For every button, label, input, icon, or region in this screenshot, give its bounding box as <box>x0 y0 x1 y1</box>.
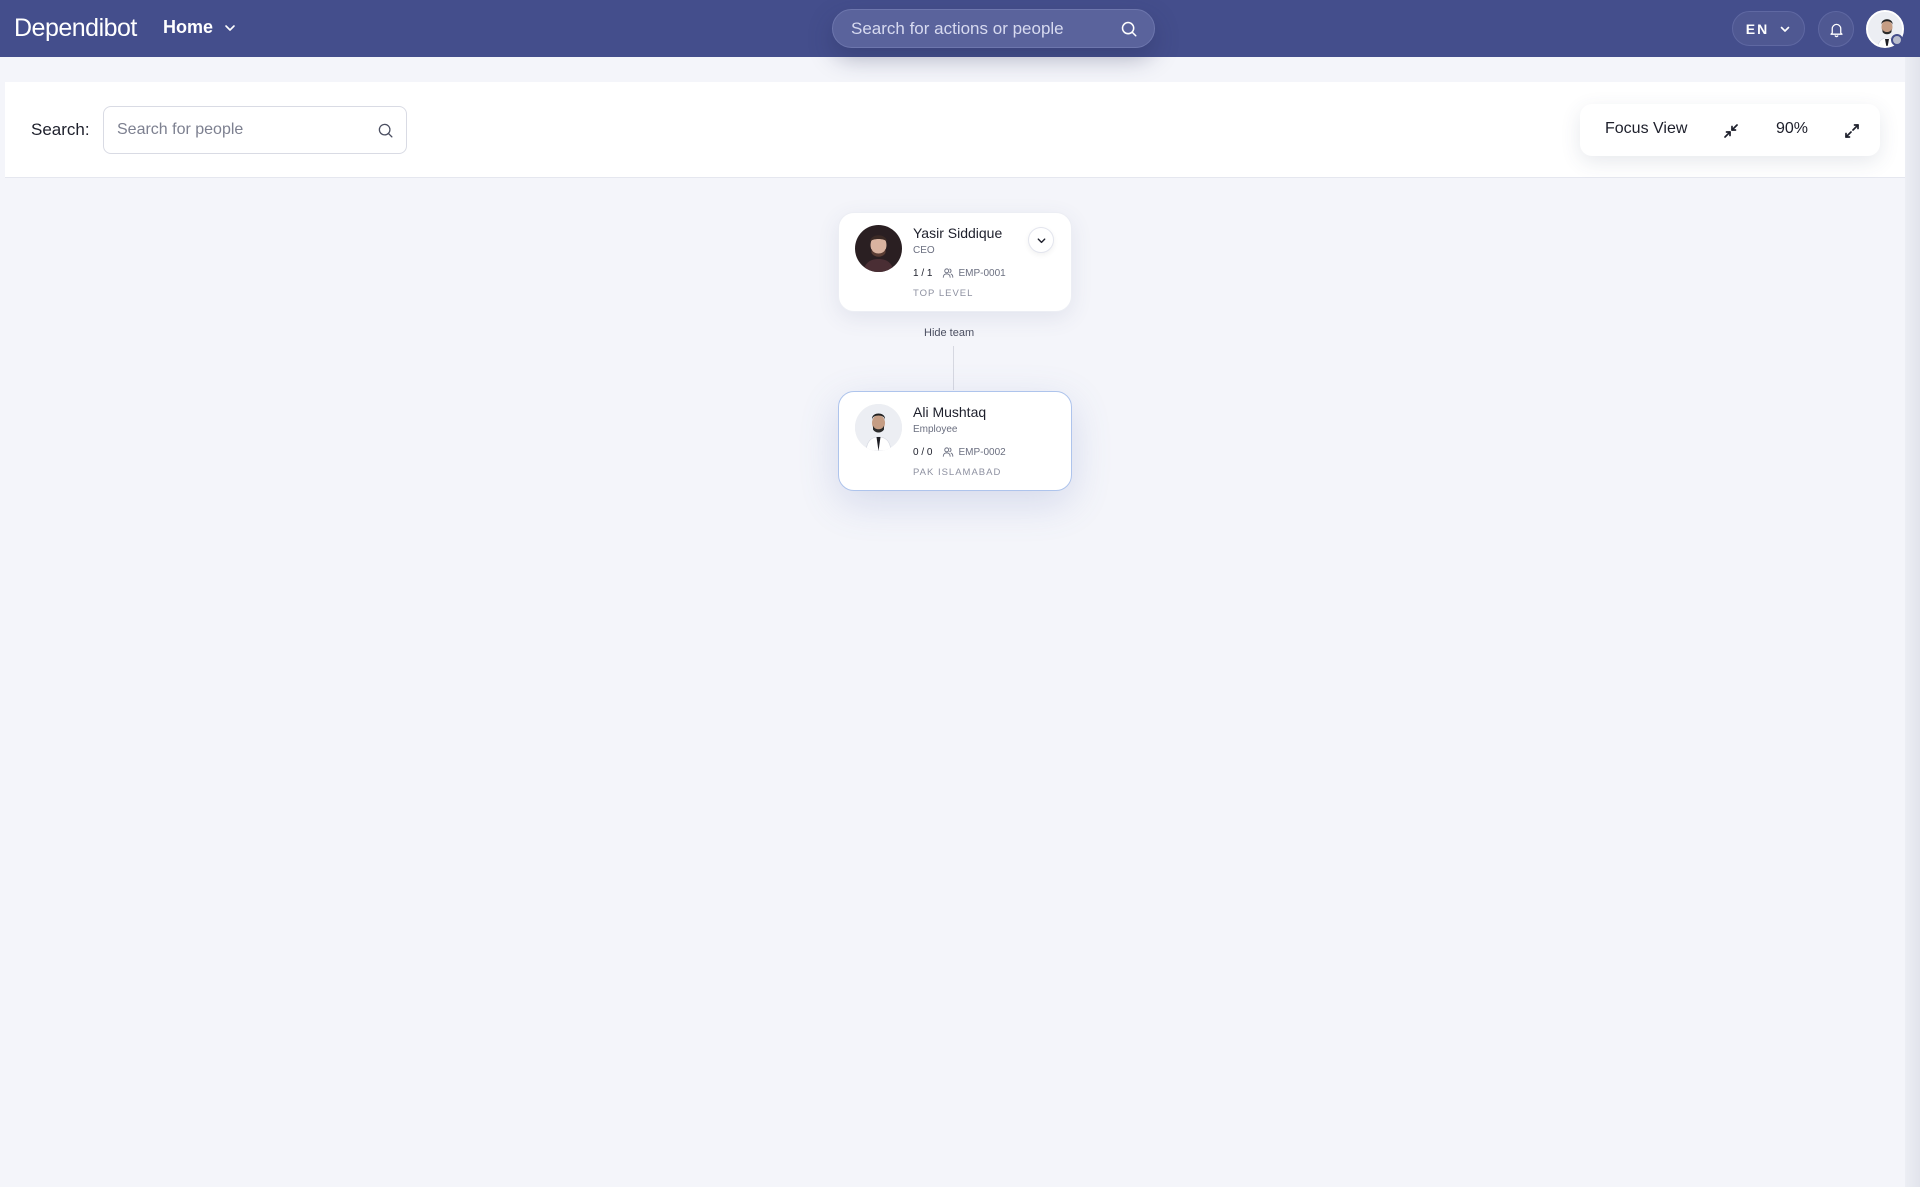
search-label: Search: <box>31 120 90 139</box>
users-icon <box>943 268 954 278</box>
chevron-down-icon <box>1780 26 1790 32</box>
employee-id-label: EMP-0001 <box>958 267 1006 279</box>
org-connector-line <box>953 346 954 390</box>
avatar-icon <box>855 225 902 272</box>
notifications-button[interactable] <box>1818 11 1854 47</box>
top-bar: Dependibot Home EN <box>0 0 1920 57</box>
node-location: TOP LEVEL <box>913 288 974 299</box>
bell-icon <box>1829 23 1843 37</box>
canvas-edge <box>1905 57 1920 1187</box>
avatar-icon <box>855 404 902 451</box>
avatar <box>855 404 902 451</box>
home-menu-label: Home <box>163 17 214 37</box>
global-search-input[interactable] <box>851 18 1120 39</box>
chevron-down-icon <box>225 24 235 31</box>
node-name: Yasir Siddique <box>913 225 1003 241</box>
node-meta: 0 / 0 EMP-0002 <box>913 446 1006 458</box>
search-icon[interactable] <box>377 122 394 139</box>
node-expand-toggle[interactable] <box>1028 227 1054 253</box>
collapse-icon[interactable] <box>1721 121 1741 141</box>
global-search <box>832 9 1155 48</box>
team-count: 0 / 0 <box>913 446 933 458</box>
focus-view-button[interactable]: Focus View <box>1605 120 1687 138</box>
zoom-level: 90% <box>1776 120 1809 137</box>
node-name: Ali Mushtaq <box>913 404 987 420</box>
org-node-card[interactable]: Ali Mushtaq Employee 0 / 0 EMP-0002 PAK … <box>838 391 1072 491</box>
expand-icon[interactable] <box>1842 121 1862 141</box>
language-selector[interactable]: EN <box>1732 11 1805 46</box>
employee-id-label: EMP-0002 <box>958 446 1006 458</box>
node-role: CEO <box>913 245 935 256</box>
search-icon[interactable] <box>1120 20 1138 38</box>
view-controls: Focus View 90% <box>1580 104 1880 156</box>
people-search <box>103 106 407 154</box>
employee-id: EMP-0001 <box>942 267 1006 279</box>
node-location: PAK ISLAMABAD <box>913 467 1002 478</box>
language-label: EN <box>1745 20 1770 37</box>
home-menu[interactable]: Home <box>163 17 237 38</box>
org-chart-toolbar: Search: Focus View 90% <box>5 82 1905 178</box>
brand-logo[interactable]: Dependibot <box>14 14 137 43</box>
org-node-card[interactable]: Yasir Siddique CEO 1 / 1 EMP-0001 TOP LE… <box>838 212 1072 312</box>
avatar <box>855 225 902 272</box>
employee-id: EMP-0002 <box>942 446 1006 458</box>
users-icon <box>943 447 954 457</box>
node-role: Employee <box>913 424 958 435</box>
node-meta: 1 / 1 EMP-0001 <box>913 267 1006 279</box>
online-status-dot <box>1891 34 1903 46</box>
team-count: 1 / 1 <box>913 267 933 279</box>
hide-team-link[interactable]: Hide team <box>924 327 974 339</box>
people-search-input[interactable] <box>117 121 377 139</box>
chevron-down-icon <box>1037 237 1045 243</box>
